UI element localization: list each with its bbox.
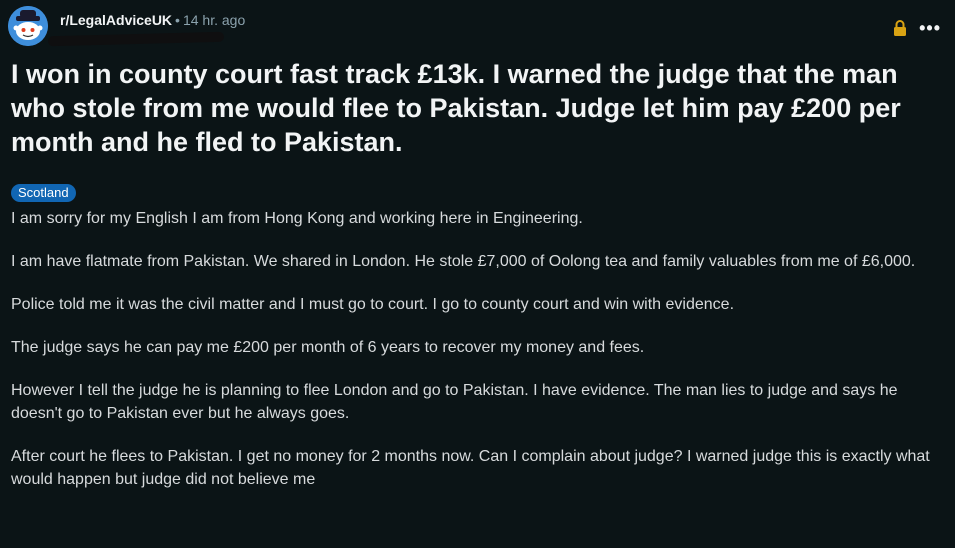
- post-flair[interactable]: Scotland: [11, 184, 76, 202]
- post-header: r/LegalAdviceUK • 14 hr. ago: [8, 6, 246, 47]
- post-title[interactable]: I won in county court fast track £13k. I…: [11, 57, 931, 159]
- post-body: I am sorry for my English I am from Hong…: [11, 207, 941, 511]
- meta-separator: •: [175, 12, 180, 28]
- post-timestamp: 14 hr. ago: [182, 12, 246, 28]
- body-paragraph: I am sorry for my English I am from Hong…: [11, 210, 583, 227]
- subreddit-avatar[interactable]: [8, 6, 48, 46]
- subreddit-link[interactable]: r/LegalAdviceUK: [60, 12, 172, 28]
- reddit-post: r/LegalAdviceUK • 14 hr. ago ••• I won in …: [0, 0, 955, 548]
- body-paragraph: I am have flatmate from Pakistan. We sha…: [11, 253, 916, 270]
- post-meta: r/LegalAdviceUK • 14 hr. ago: [47, 12, 246, 47]
- lock-icon: [894, 20, 907, 36]
- body-paragraph: Police told me it was the civil matter a…: [11, 296, 735, 313]
- redacted-username: [47, 31, 225, 47]
- more-options-icon[interactable]: •••: [919, 19, 941, 37]
- body-paragraph: However I tell the judge he is planning …: [11, 382, 898, 422]
- body-paragraph: The judge says he can pay me £200 per mo…: [11, 339, 645, 356]
- reddit-snoo-icon: [8, 6, 48, 46]
- body-paragraph: After court he flees to Pakistan. I get …: [11, 448, 930, 488]
- post-actions: •••: [893, 19, 941, 37]
